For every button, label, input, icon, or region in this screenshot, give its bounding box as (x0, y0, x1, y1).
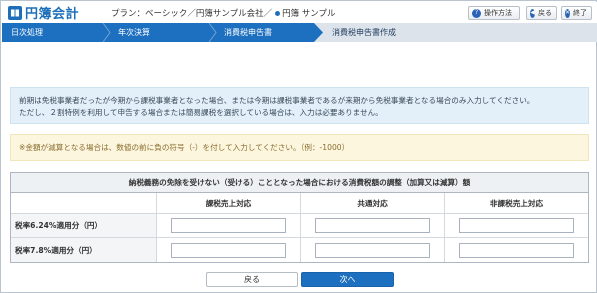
step-label: 消費税申告書作成 (332, 28, 396, 37)
table-cell (157, 238, 301, 262)
amount-input-78-taxable[interactable] (171, 242, 286, 258)
back-arrow-icon: ◀ (530, 8, 535, 18)
plan-text: プラン：ベーシック／円簿サンプル会社／ (111, 9, 273, 19)
exit-button-label: 終了 (573, 9, 588, 17)
info-line: 前期は免税事業者だったが今期から課税事業者となった場合、または今期は課税事業者で… (19, 96, 535, 105)
chevron-right-icon (314, 23, 323, 42)
info-line: ただし、２割特例を利用して申告する場合または簡易課税を選択している場合は、入力は… (19, 108, 383, 117)
user-dot-icon (275, 10, 281, 16)
question-icon: ? (472, 8, 481, 18)
plan-info: プラン：ベーシック／円簿サンプル会社／ 円簿 サンプル (111, 7, 336, 19)
table-title: 納税義務の免除を受けない（受ける）こととなった場合における消費税額の調整（加算又… (11, 173, 588, 193)
next-button[interactable]: 次へ (301, 272, 394, 287)
table-cell (445, 238, 588, 262)
table-cell (301, 238, 445, 262)
table-cell (157, 214, 301, 237)
chevron-right-icon (208, 23, 217, 42)
app-window: 円簿会計 プラン：ベーシック／円簿サンプル会社／ 円簿 サンプル ? 操作方法 … (0, 0, 597, 293)
header: 円簿会計 プラン：ベーシック／円簿サンプル会社／ 円簿 サンプル ? 操作方法 … (2, 2, 597, 23)
step-bar: 日次処理 年次決算 消費税申告書 消費税申告書作成 (2, 23, 597, 42)
info-box: 前期は免税事業者だったが今期から課税事業者となった場合、または今期は課税事業者で… (10, 87, 589, 124)
table-row: 税率6.24%適用分（円） (11, 214, 588, 238)
column-header: 課税売上対応 (157, 193, 301, 213)
step-tax-return[interactable]: 消費税申告書 (224, 23, 272, 42)
prev-button[interactable]: 戻る (206, 272, 298, 287)
step-label: 消費税申告書 (224, 28, 272, 37)
table-cell (445, 214, 588, 237)
chevron-right-icon (102, 23, 111, 42)
close-icon: ✕ (565, 8, 571, 18)
help-button-label: 操作方法 (484, 9, 512, 17)
amount-input-624-taxable[interactable] (171, 218, 286, 233)
app-name: 円簿会計 (25, 7, 80, 22)
back-button-label: 戻る (538, 9, 552, 17)
note-box: ※金額が減算となる場合は、数値の前に負の符号（-）を付して入力してください。（例… (10, 134, 589, 161)
adjustment-table: 納税義務の免除を受けない（受ける）こととなった場合における消費税額の調整（加算又… (10, 172, 589, 263)
step-daily[interactable]: 日次処理 (11, 23, 43, 42)
table-cell (301, 214, 445, 237)
column-header: 共通対応 (301, 193, 445, 213)
amount-input-624-common[interactable] (315, 218, 430, 233)
next-button-label: 次へ (339, 275, 356, 284)
book-icon (8, 5, 22, 20)
note-text: ※金額が減算となる場合は、数値の前に負の符号（-）を付して入力してください。（例… (19, 143, 350, 152)
prev-button-label: 戻る (244, 275, 260, 284)
step-label: 日次処理 (11, 28, 43, 37)
table-row: 税率7.8%適用分（円） (11, 238, 588, 262)
column-header: 非課税売上対応 (445, 193, 588, 213)
step-annual[interactable]: 年次決算 (118, 23, 150, 42)
table-header-blank (11, 193, 157, 213)
amount-input-624-nontaxable[interactable] (459, 218, 574, 233)
table-header-row: 課税売上対応 共通対応 非課税売上対応 (11, 193, 588, 214)
step-label: 年次決算 (118, 28, 150, 37)
step-tax-return-create: 消費税申告書作成 (314, 23, 597, 42)
amount-input-78-nontaxable[interactable] (459, 242, 574, 258)
exit-button[interactable]: ✕ 終了 (561, 6, 592, 20)
user-name: 円簿 サンプル (282, 9, 336, 19)
help-button[interactable]: ? 操作方法 (468, 6, 520, 20)
app-logo: 円簿会計 (8, 5, 80, 22)
amount-input-78-common[interactable] (315, 242, 430, 258)
back-button[interactable]: ◀ 戻る (526, 6, 557, 20)
row-label: 税率6.24%適用分（円） (11, 214, 157, 237)
row-label: 税率7.8%適用分（円） (11, 238, 157, 262)
